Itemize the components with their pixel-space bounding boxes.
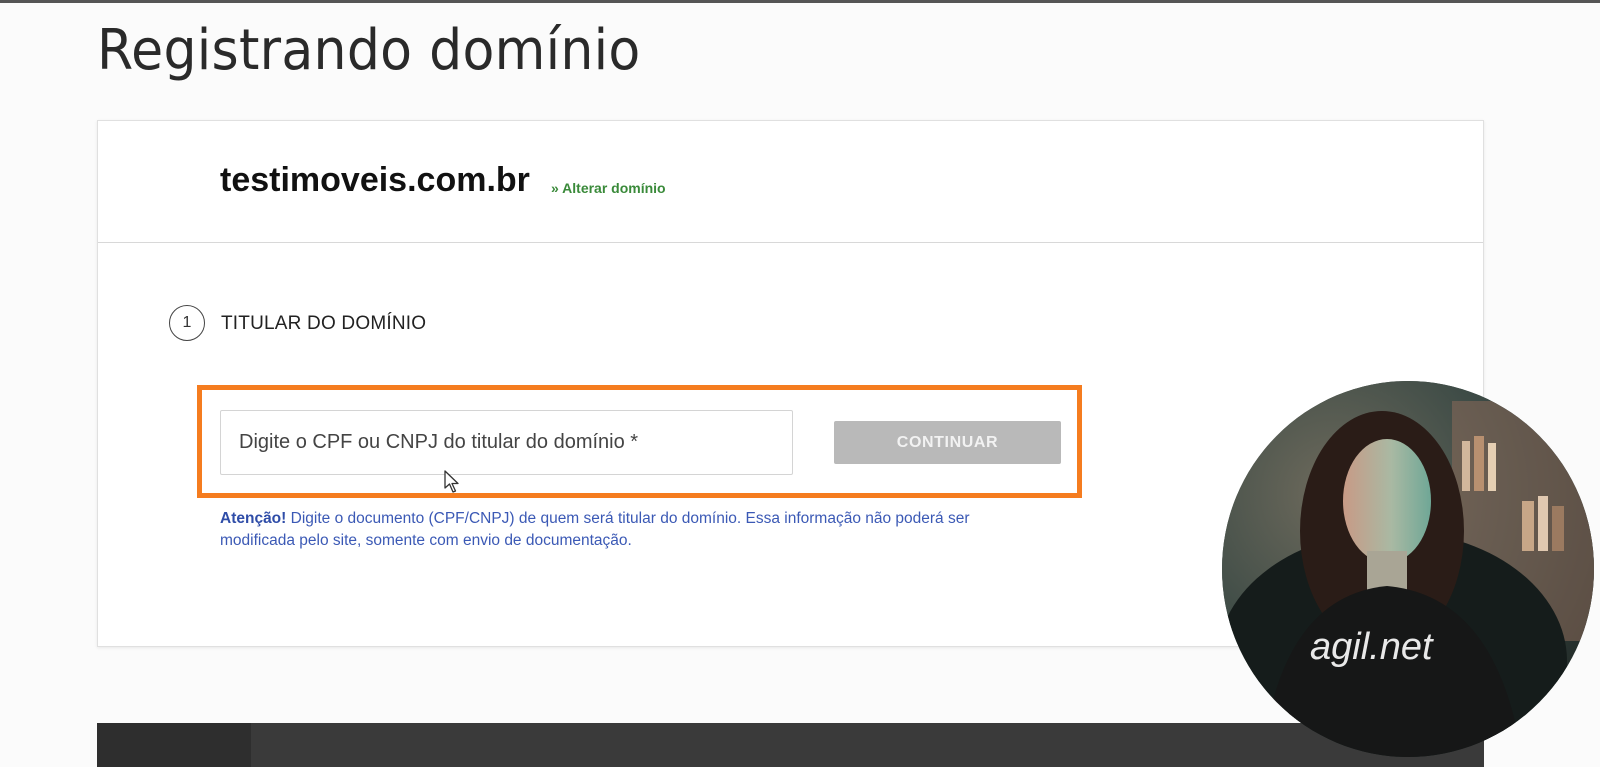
- card-header: testimoveis.com.br » Alterar domínio: [98, 121, 1483, 243]
- footer-bar-segment: [97, 723, 251, 767]
- attention-notice: Atenção! Digite o documento (CPF/CNPJ) d…: [220, 508, 1040, 552]
- webcam-overlay: agil.net: [1222, 381, 1594, 757]
- presenter-video-icon: agil.net: [1222, 381, 1594, 757]
- attention-label: Atenção!: [220, 510, 287, 527]
- continue-button[interactable]: CONTINUAR: [834, 421, 1061, 464]
- domain-name: testimoveis.com.br: [220, 161, 530, 199]
- cursor-arrow-icon: [444, 470, 459, 493]
- cpf-cnpj-input[interactable]: [220, 410, 793, 475]
- change-domain-link[interactable]: » Alterar domínio: [551, 180, 666, 196]
- attention-text: Digite o documento (CPF/CNPJ) de quem se…: [220, 510, 970, 549]
- step-number-icon: 1: [169, 305, 205, 341]
- footer-bar: [97, 723, 1484, 767]
- shirt-logo: agil.net: [1310, 626, 1434, 668]
- page-title: Registrando domínio: [97, 18, 641, 83]
- step-title: TITULAR DO DOMÍNIO: [221, 313, 427, 334]
- top-border: [0, 0, 1600, 3]
